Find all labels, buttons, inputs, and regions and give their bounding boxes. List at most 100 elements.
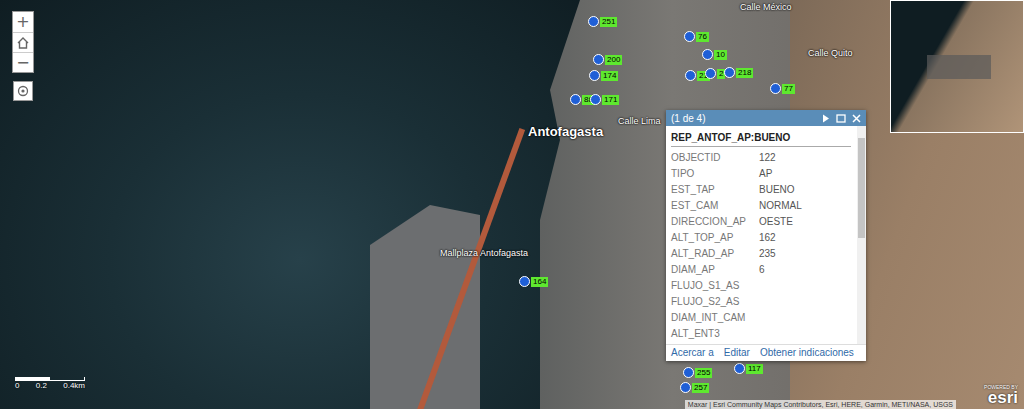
popup-action-link[interactable]: Obtener indicaciones [760, 347, 854, 358]
attribute-name: EST_CAM [671, 198, 759, 214]
pin-icon [683, 367, 694, 378]
attribute-name: ALT_TOP_AP [671, 230, 759, 246]
popup-actions: Acercar a Editar Obtener indicaciones [666, 344, 866, 361]
scale-tick: 0.4km [63, 381, 85, 390]
pin-icon [593, 54, 604, 65]
overview-extent[interactable] [927, 55, 991, 79]
map-pin[interactable]: 2 [705, 68, 725, 79]
sea-area [0, 0, 600, 409]
esri-logo[interactable]: POWERED BYesri [984, 384, 1018, 406]
pin-icon [589, 70, 600, 81]
map-pin[interactable]: 117 [734, 363, 763, 374]
pin-label: 218 [736, 68, 753, 78]
next-icon[interactable] [822, 114, 830, 123]
maximize-icon[interactable] [836, 114, 846, 123]
scroll-thumb[interactable] [858, 138, 865, 238]
attribute-name: ALT_RAD_AP [671, 246, 759, 262]
pin-icon [588, 16, 599, 27]
popup-action-link[interactable]: Editar [724, 347, 750, 358]
map-pin[interactable]: 76 [684, 31, 709, 42]
scale-tick: 0.2 [36, 381, 47, 390]
attribution: Maxar | Esri Community Maps Contributors… [685, 400, 956, 409]
map-pin[interactable]: 218 [724, 67, 753, 78]
attribute-row: ALT_TOP_AP162 [671, 230, 851, 246]
attribute-value: 122 [759, 150, 776, 166]
map-label: Mallplaza Antofagasta [440, 248, 528, 258]
home-button[interactable] [13, 32, 33, 52]
pin-label: 255 [695, 368, 712, 378]
scale-bar: 0 0.2 0.4km [15, 377, 85, 390]
pin-icon [702, 49, 713, 60]
pin-label: 10 [714, 50, 727, 60]
attribute-name: FLUJO_S1_AS [671, 278, 759, 294]
attribute-value: 162 [759, 230, 776, 246]
pin-icon [705, 68, 716, 79]
attribute-name: DIRECCION_AP [671, 214, 759, 230]
zoom-in-button[interactable]: + [13, 12, 33, 32]
attribute-row: ALT_RAD_AP235 [671, 246, 851, 262]
locate-button[interactable] [13, 81, 33, 101]
pin-label: 117 [746, 364, 763, 374]
pin-label: 171 [602, 95, 619, 105]
popup-scrollbar[interactable] [857, 126, 866, 344]
attribute-row: DIAM_INT_CAM [671, 310, 851, 326]
attribute-row: FLUJO_S2_AS [671, 294, 851, 310]
close-icon[interactable] [852, 114, 861, 123]
pin-icon [590, 94, 601, 105]
popup-header: (1 de 4) [666, 110, 866, 126]
attribute-value: AP [759, 166, 772, 182]
map-pin[interactable]: 251 [588, 16, 617, 27]
map-pin[interactable]: 171 [590, 94, 619, 105]
zoom-out-button[interactable]: − [13, 52, 33, 72]
attribute-row: DIRECCION_APOESTE [671, 214, 851, 230]
attribute-name: ALT_ENT3 [671, 326, 759, 342]
zoom-controls: +− [12, 11, 34, 73]
attribute-row: ALT_ENT3 [671, 326, 851, 342]
attribute-name: FLUJO_S2_AS [671, 294, 759, 310]
pin-label: 200 [605, 55, 622, 65]
attribute-name: DIAM_AP [671, 262, 759, 278]
map-label: Calle Quito [808, 48, 853, 58]
map-label: Antofagasta [528, 124, 603, 139]
scale-tick: 0 [15, 381, 19, 390]
attribute-name: OBJECTID [671, 150, 759, 166]
map-pin[interactable]: 255 [683, 367, 712, 378]
attribute-name: TIPO [671, 166, 759, 182]
pin-icon [770, 83, 781, 94]
map-pin[interactable]: 164 [519, 276, 548, 287]
popup-action-link[interactable]: Acercar a [671, 347, 714, 358]
overview-map[interactable] [890, 0, 1024, 133]
attribute-row: TIPOAP [671, 166, 851, 182]
attribute-row: EST_TAPBUENO [671, 182, 851, 198]
attribute-row: OBJECTID122 [671, 150, 851, 166]
attribute-name: DIAM_INT_CAM [671, 310, 759, 326]
attribute-value: OESTE [759, 214, 793, 230]
map-pin[interactable]: 174 [589, 70, 618, 81]
pin-label: 77 [782, 84, 795, 94]
attribute-row: EST_CAMNORMAL [671, 198, 851, 214]
popup-title: REP_ANTOF_AP:BUENO [671, 128, 851, 147]
locate-icon [16, 84, 30, 98]
pin-icon [684, 31, 695, 42]
home-icon [16, 36, 30, 50]
attribute-row: DIAM_AP6 [671, 262, 851, 278]
pin-icon [724, 67, 735, 78]
pin-label: 174 [601, 71, 618, 81]
attribute-value: 6 [759, 262, 765, 278]
pin-label: 251 [600, 17, 617, 27]
pin-icon [734, 363, 745, 374]
attribute-value: NORMAL [759, 198, 802, 214]
map-pin[interactable]: 200 [593, 54, 622, 65]
popup-pager: (1 de 4) [671, 113, 705, 124]
scale-line [15, 377, 85, 381]
map-pin[interactable]: 77 [770, 83, 795, 94]
map-view[interactable]: AntofagastaMallplaza AntofagastaCalle Li… [0, 0, 1024, 409]
port-pier [370, 205, 480, 409]
attribute-value: BUENO [759, 182, 795, 198]
map-pin[interactable]: 257 [680, 382, 709, 393]
attribute-row: FLUJO_S1_AS [671, 278, 851, 294]
map-pin[interactable]: 10 [702, 49, 727, 60]
pin-label: 76 [696, 32, 709, 42]
pin-label: 164 [531, 277, 548, 287]
pin-label: 257 [692, 383, 709, 393]
